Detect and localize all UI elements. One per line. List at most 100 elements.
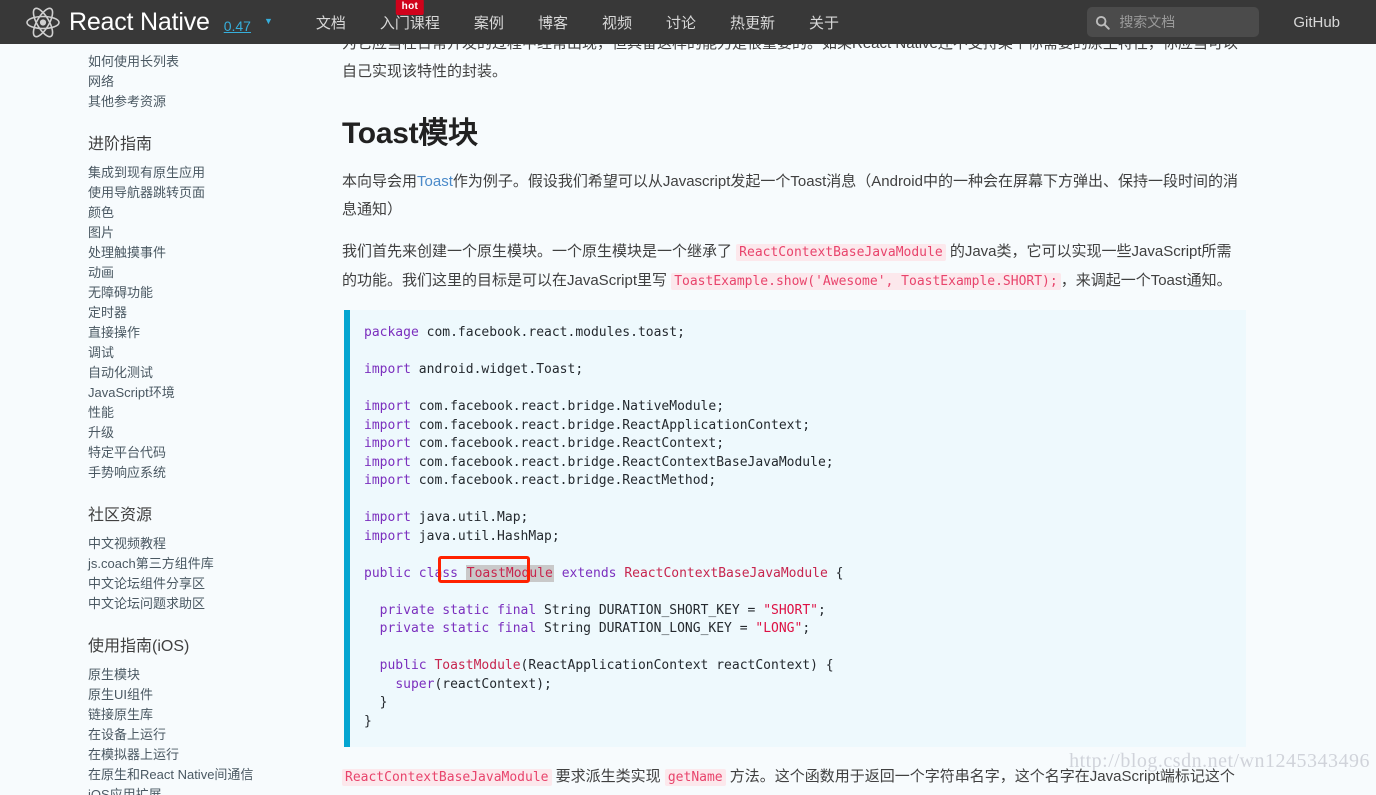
code-keyword-private: private [379, 602, 435, 618]
page-body: 如何使用长列表 网络 其他参考资源 进阶指南 集成到现有原生应用 使用导航器跳转… [0, 44, 1376, 795]
docs-content: 为它应当在日常开发的过程中经常出现，但具备这样的能力是很重要的。如果React … [330, 44, 1376, 795]
code-keyword-public: public [379, 658, 427, 673]
getname-paragraph: ReactContextBaseJavaModule 要求派生类实现 getNa… [342, 763, 1246, 795]
sidebar-item-ios-run-simulator[interactable]: 在模拟器上运行 [88, 745, 306, 765]
java-code-block[interactable]: package com.facebook.react.modules.toast… [344, 310, 1246, 747]
paragraph-text-1: 本向导会用 [342, 173, 418, 190]
sidebar-item-animations[interactable]: 动画 [88, 263, 306, 283]
nav-item-hotupdate[interactable]: 热更新 [713, 12, 792, 33]
sidebar-item-network[interactable]: 网络 [88, 72, 306, 92]
sidebar-item-touch-events[interactable]: 处理触摸事件 [88, 243, 306, 263]
code-keyword-import: import [364, 399, 411, 414]
sidebar-item-timers[interactable]: 定时器 [88, 303, 306, 323]
paragraph-text-1: 我们首先来创建一个原生模块。一个原生模块是一个继承了 [342, 243, 737, 260]
nav-item-tutorial[interactable]: hot 入门课程 [363, 0, 457, 33]
paragraph-text-2: 作为例子。假设我们希望可以从Javascript发起一个Toast消息（Andr… [342, 173, 1238, 218]
sidebar-item-performance[interactable]: 性能 [88, 403, 306, 423]
inline-code-reactcontextbasejavamodule: ReactContextBaseJavaModule [736, 244, 946, 261]
code-keyword-import: import [364, 454, 411, 470]
sidebar-item-ios-communication[interactable]: 在原生和React Native间通信 [88, 765, 306, 785]
paragraph-text-3: ，来调起一个Toast通知。 [1060, 272, 1232, 289]
code-keyword-private: private [379, 621, 435, 636]
search-icon [1095, 15, 1111, 30]
sidebar-item-javascript-env[interactable]: JavaScript环境 [88, 383, 306, 403]
sidebar-item-upgrading[interactable]: 升级 [88, 423, 306, 443]
sidebar-item-accessibility[interactable]: 无障碍功能 [88, 283, 306, 303]
sidebar-item-ios-native-ui[interactable]: 原生UI组件 [88, 685, 306, 705]
sidebar-item-navigation[interactable]: 使用导航器跳转页面 [88, 183, 306, 203]
sidebar-item-color[interactable]: 颜色 [88, 203, 306, 223]
code-keyword-super: super [395, 676, 435, 692]
react-atom-logo-icon [26, 7, 60, 38]
sidebar-item-images[interactable]: 图片 [88, 223, 306, 243]
sidebar-heading-community: 社区资源 [88, 507, 153, 524]
version-selector[interactable]: 0.47 [224, 18, 251, 34]
code-string-short: "SHORT" [763, 602, 818, 618]
code-keyword-import: import [364, 362, 411, 377]
sidebar-item-ios-native-modules[interactable]: 原生模块 [88, 665, 306, 685]
sidebar-item-forum-components[interactable]: 中文论坛组件分享区 [88, 574, 306, 594]
nav-item-about[interactable]: 关于 [792, 12, 856, 33]
code-type-base: ReactContextBaseJavaModule [624, 565, 828, 581]
sidebar-item-ios-run-device[interactable]: 在设备上运行 [88, 725, 306, 745]
toast-link[interactable]: Toast [417, 173, 453, 190]
nav-item-discuss[interactable]: 讨论 [649, 12, 713, 33]
brand-title: React Native [69, 7, 210, 36]
sidebar-item-jscoach[interactable]: js.coach第三方组件库 [88, 554, 306, 574]
nav-item-label: 博客 [537, 14, 568, 32]
sidebar-item-ios-app-extensions[interactable]: iOS应用扩展 [88, 785, 306, 795]
inline-code-getname: getName [664, 769, 726, 786]
chevron-down-icon[interactable]: ▼ [264, 16, 273, 26]
navbar-right: GitHub [1087, 7, 1360, 37]
sidebar-item-ios-linking-libraries[interactable]: 链接原生库 [88, 705, 306, 725]
sidebar-item-platform-specific[interactable]: 特定平台代码 [88, 443, 306, 463]
sidebar-item-debugging[interactable]: 调试 [88, 343, 306, 363]
nav-item-label: 视频 [601, 14, 632, 32]
page-title: Toast模块 [342, 117, 478, 150]
inline-code-basejavamodule: ReactContextBaseJavaModule [342, 769, 552, 786]
code-string-long: "LONG" [755, 621, 803, 636]
top-navbar: React Native 0.47 ▼ 文档 hot 入门课程 案例 博客 视频 … [0, 0, 1376, 44]
nav-item-docs[interactable]: 文档 [299, 12, 363, 33]
nav-item-label: 文档 [315, 14, 346, 32]
code-keyword-static: static [442, 602, 490, 618]
sidebar-item-direct-manipulation[interactable]: 直接操作 [88, 323, 306, 343]
nav-item-label: 讨论 [665, 14, 696, 32]
sidebar-item-video-tutorial[interactable]: 中文视频教程 [88, 534, 306, 554]
paragraph-text-1: 要求派生类实现 [551, 768, 665, 785]
native-module-paragraph: 我们首先来创建一个原生模块。一个原生模块是一个继承了 ReactContextB… [342, 238, 1246, 296]
brand-logo-link[interactable]: React Native 0.47 ▼ [26, 7, 273, 38]
code-keyword-public: public [364, 565, 411, 581]
nav-item-label: 热更新 [729, 14, 775, 32]
code-keyword-final: final [497, 602, 537, 618]
search-box[interactable] [1087, 7, 1260, 37]
sidebar-block-advanced: 进阶指南 集成到现有原生应用 使用导航器跳转页面 颜色 图片 处理触摸事件 动画… [88, 130, 306, 483]
code-keyword-import: import [364, 528, 411, 544]
sidebar-item-gesture-responder[interactable]: 手势响应系统 [88, 463, 306, 483]
code-keyword-import: import [364, 417, 411, 433]
sidebar-item-long-list[interactable]: 如何使用长列表 [88, 52, 306, 72]
nav-item-blog[interactable]: 博客 [521, 12, 585, 33]
code-keyword-import: import [364, 510, 411, 525]
version-label: 0.47 [223, 18, 251, 34]
sidebar-item-other-resources[interactable]: 其他参考资源 [88, 92, 306, 112]
toast-intro-paragraph: 本向导会用Toast作为例子。假设我们希望可以从Javascript发起一个To… [342, 168, 1246, 224]
search-input[interactable] [1117, 13, 1252, 31]
intro-paragraph: 为它应当在日常开发的过程中经常出现，但具备这样的能力是很重要的。如果React … [342, 44, 1238, 80]
github-link[interactable]: GitHub [1259, 14, 1360, 31]
sidebar-item-integrate-native[interactable]: 集成到现有原生应用 [88, 163, 306, 183]
code-keyword-extends: extends [561, 565, 617, 581]
sidebar-block-ios: 使用指南(iOS) 原生模块 原生UI组件 链接原生库 在设备上运行 在模拟器上… [88, 632, 306, 795]
sidebar-item-forum-help[interactable]: 中文论坛问题求助区 [88, 594, 306, 614]
docs-sidebar[interactable]: 如何使用长列表 网络 其他参考资源 进阶指南 集成到现有原生应用 使用导航器跳转… [0, 44, 330, 795]
code-keyword-final: final [497, 621, 537, 636]
nav-item-video[interactable]: 视频 [585, 12, 649, 33]
sidebar-item-testing[interactable]: 自动化测试 [88, 363, 306, 383]
sidebar-block-community: 社区资源 中文视频教程 js.coach第三方组件库 中文论坛组件分享区 中文论… [88, 501, 306, 614]
nav-item-showcase[interactable]: 案例 [457, 12, 521, 33]
